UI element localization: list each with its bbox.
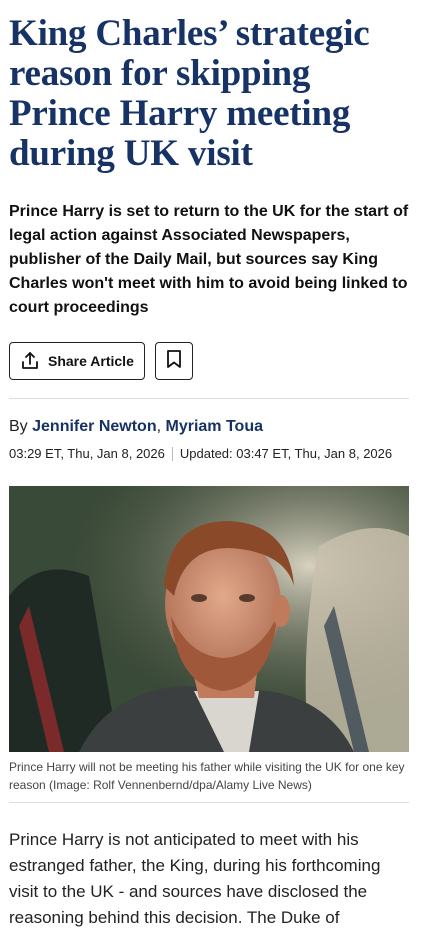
byline-prefix: By bbox=[9, 418, 28, 435]
article: King Charles’ strategic reason for skipp… bbox=[9, 0, 409, 948]
article-body-paragraph: Prince Harry is not anticipated to meet … bbox=[9, 830, 381, 927]
image-caption: Prince Harry will not be meeting his fat… bbox=[9, 758, 409, 794]
bookmark-button[interactable] bbox=[154, 342, 193, 380]
hero-image bbox=[9, 486, 409, 752]
author-link[interactable]: Myriam Toua bbox=[166, 418, 264, 435]
standfirst: Prince Harry is set to return to the UK … bbox=[9, 203, 409, 316]
share-article-button[interactable]: Share Article bbox=[9, 342, 145, 380]
divider bbox=[9, 398, 409, 399]
published-date: 03:29 ET, Thu, Jan 8, 2026 bbox=[9, 446, 165, 461]
caption-credit: (Image: Rolf Vennenbernd/dpa/Alamy Live … bbox=[49, 778, 312, 792]
share-icon bbox=[20, 351, 40, 371]
share-article-label: Share Article bbox=[48, 353, 134, 369]
author-separator: , bbox=[156, 418, 162, 435]
updated-date: Updated: 03:47 ET, Thu, Jan 8, 2026 bbox=[179, 446, 393, 461]
headline: King Charles’ strategic reason for skipp… bbox=[9, 13, 370, 174]
article-actions: Share Article bbox=[9, 342, 409, 382]
hero-photo bbox=[9, 486, 409, 752]
date-separator bbox=[171, 446, 173, 461]
article-dates: 03:29 ET, Thu, Jan 8, 2026 Updated: 03:4… bbox=[9, 446, 409, 461]
divider bbox=[9, 802, 409, 803]
author-link[interactable]: Jennifer Newton bbox=[32, 418, 156, 435]
byline: By Jennifer Newton, Myriam Toua bbox=[9, 418, 409, 436]
bookmark-icon bbox=[165, 349, 183, 374]
